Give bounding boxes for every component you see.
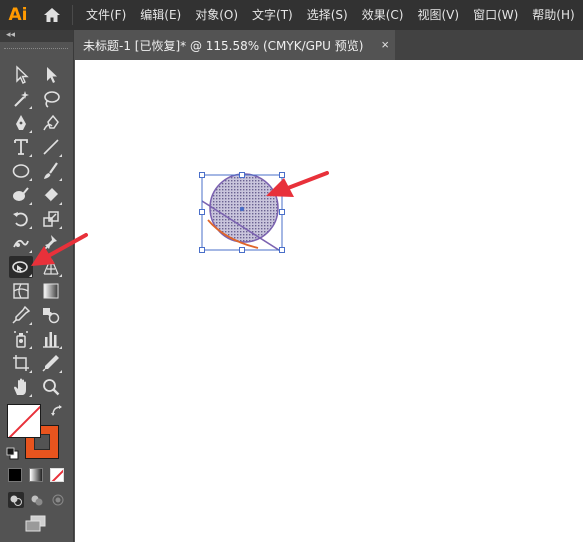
tools-panel-header: ◂◂	[0, 29, 73, 42]
menu-object[interactable]: 对象(O)	[188, 0, 245, 30]
artwork-layer	[199, 172, 285, 253]
type-tool-icon[interactable]	[9, 136, 33, 158]
tools-panel: ◂◂	[0, 29, 74, 542]
menu-select[interactable]: 选择(S)	[300, 0, 355, 30]
scale-tool-icon[interactable]	[39, 208, 63, 230]
collapse-panel-icon[interactable]: ◂◂	[6, 29, 15, 40]
draw-inside-icon[interactable]	[50, 492, 66, 508]
document-tab-title: 未标题-1 [已恢复]* @ 115.58% (CMYK/GPU 预览)	[83, 38, 364, 53]
document-tab-bar: 未标题-1 [已恢复]* @ 115.58% (CMYK/GPU 预览) ×	[75, 30, 583, 60]
app-logo: Ai	[8, 5, 28, 25]
direct-selection-tool-icon[interactable]	[39, 64, 63, 86]
hand-tool-icon[interactable]	[9, 376, 33, 398]
artboard-tool-icon[interactable]	[9, 352, 33, 374]
color-button[interactable]	[8, 468, 22, 482]
menu-type[interactable]: 文字(T)	[245, 0, 300, 30]
symbol-sprayer-tool-icon[interactable]	[9, 328, 33, 350]
menu-file[interactable]: 文件(F)	[79, 0, 133, 30]
panel-grip[interactable]	[4, 48, 68, 50]
swap-fill-stroke-icon[interactable]	[50, 404, 64, 418]
home-icon[interactable]	[36, 0, 68, 30]
draw-normal-icon[interactable]	[8, 492, 24, 508]
menu-edit[interactable]: 编辑(E)	[133, 0, 188, 30]
lasso-tool-icon[interactable]	[39, 88, 63, 110]
paintbrush-tool-icon[interactable]	[39, 160, 63, 182]
fill-swatch[interactable]	[7, 404, 41, 438]
document-tab[interactable]: 未标题-1 [已恢复]* @ 115.58% (CMYK/GPU 预览) ×	[75, 30, 395, 60]
magic-wand-tool-icon[interactable]	[9, 88, 33, 110]
menu-divider	[72, 5, 73, 25]
gradient-tool-icon[interactable]	[39, 280, 63, 302]
mesh-tool-icon[interactable]	[9, 280, 33, 302]
column-graph-tool-icon[interactable]	[39, 328, 63, 350]
zoom-tool-icon[interactable]	[39, 376, 63, 398]
draw-behind-icon[interactable]	[29, 492, 45, 508]
none-fill-icon	[8, 405, 40, 437]
default-fill-stroke-icon[interactable]	[6, 447, 19, 460]
menu-help[interactable]: 帮助(H)	[525, 0, 581, 30]
screen-mode-icon[interactable]	[24, 514, 48, 534]
eraser-tool-icon[interactable]	[39, 184, 63, 206]
shape-builder-tool-icon[interactable]	[9, 256, 33, 278]
ellipse-tool-icon[interactable]	[9, 160, 33, 182]
rotate-tool-icon[interactable]	[9, 208, 33, 230]
eyedropper-tool-icon[interactable]	[9, 304, 33, 326]
pin-tool-icon[interactable]	[39, 232, 63, 254]
curvature-tool-icon[interactable]	[39, 112, 63, 134]
perspective-grid-tool-icon[interactable]	[39, 256, 63, 278]
artboard-canvas[interactable]	[75, 60, 583, 542]
pen-tool-icon[interactable]	[9, 112, 33, 134]
blend-tool-icon[interactable]	[39, 304, 63, 326]
slice-tool-icon[interactable]	[39, 352, 63, 374]
close-tab-icon[interactable]: ×	[381, 37, 389, 52]
shaper-tool-icon[interactable]	[9, 184, 33, 206]
menu-effect[interactable]: 效果(C)	[355, 0, 411, 30]
selection-tool-icon[interactable]	[9, 64, 33, 86]
line-segment-tool-icon[interactable]	[39, 136, 63, 158]
none-button[interactable]	[50, 468, 64, 482]
illustrator-window: Ai 文件(F) 编辑(E) 对象(O) 文字(T) 选择(S) 效果(C) 视…	[0, 0, 583, 542]
menu-bar: Ai 文件(F) 编辑(E) 对象(O) 文字(T) 选择(S) 效果(C) 视…	[0, 0, 583, 30]
puppet-warp-tool-icon[interactable]	[9, 232, 33, 254]
menu-view[interactable]: 视图(V)	[410, 0, 466, 30]
menu-window[interactable]: 窗口(W)	[466, 0, 525, 30]
gradient-button[interactable]	[29, 468, 43, 482]
